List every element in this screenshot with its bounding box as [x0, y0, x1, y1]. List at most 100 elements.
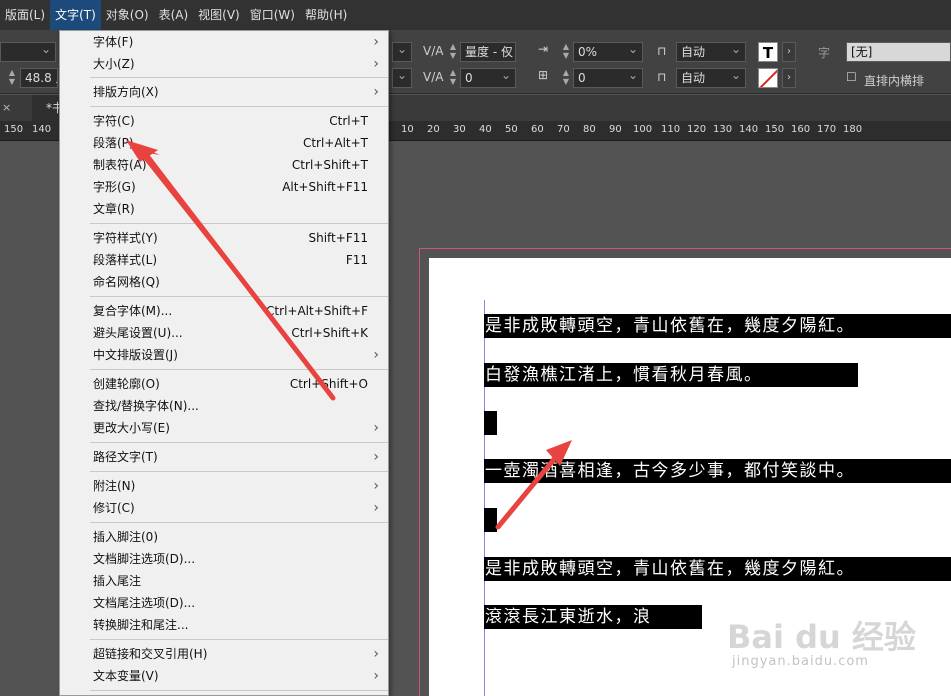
- menu-separator: [90, 639, 388, 640]
- text-fill-color-button[interactable]: T: [758, 42, 778, 62]
- menu-item-track-changes[interactable]: 修订(C) ›: [60, 497, 388, 519]
- menu-item-composite-fonts[interactable]: 复合字体(M)... Ctrl+Alt+Shift+F: [60, 300, 388, 322]
- menu-separator: [90, 471, 388, 472]
- ruler-label: 90: [609, 124, 622, 135]
- tracking-stepper[interactable]: ▲ ▼: [447, 68, 459, 88]
- char-style-field[interactable]: [无]: [846, 42, 951, 62]
- menu-item-find-font[interactable]: 查找/替换字体(N)...: [60, 395, 388, 417]
- vertical-checkbox[interactable]: ☐: [846, 70, 857, 84]
- menu-item-character-styles[interactable]: 字符样式(Y) Shift+F11: [60, 227, 388, 249]
- menu-separator: [90, 442, 388, 443]
- ruler-label: 50: [505, 124, 518, 135]
- text-line[interactable]: 一壺濁酒喜相逢，古今多少事，都付笑談中。: [484, 459, 951, 483]
- vertical-in-horizontal-label: 直排内横排: [864, 74, 925, 88]
- menu-item-text-variables[interactable]: 文本变量(V) ›: [60, 665, 388, 687]
- chevron-right-icon: ›: [373, 478, 379, 494]
- aki-after-dropdown[interactable]: 自动: [676, 66, 746, 88]
- menu-item-footnote-options[interactable]: 文档脚注选项(D)...: [60, 548, 388, 570]
- tracking-dropdown[interactable]: 0: [460, 66, 516, 88]
- kerning-stepper[interactable]: ▲ ▼: [447, 42, 459, 62]
- menu-item-story[interactable]: 文章(R): [60, 198, 388, 220]
- menu-object[interactable]: 对象(O): [101, 0, 154, 30]
- chevron-right-icon: ›: [373, 500, 379, 516]
- margin-guide: [484, 300, 485, 696]
- text-line[interactable]: 滾滾長江東逝水，浪: [484, 605, 702, 629]
- stroke-color-arrow[interactable]: ›: [782, 68, 796, 88]
- menu-item-insert-endnote[interactable]: 插入尾注: [60, 570, 388, 592]
- baseline-icon: ⊞: [538, 68, 549, 82]
- menu-item-convert-notes[interactable]: 转换脚注和尾注...: [60, 614, 388, 636]
- menu-item-mojikumi[interactable]: 中文排版设置(J) ›: [60, 344, 388, 366]
- baidu-logo: Bai du 经验: [727, 618, 916, 656]
- watermark-url: jingyan.baidu.com: [732, 654, 869, 669]
- type-menu: 字体(F) › 大小(Z) › 排版方向(X) › 字符(C) Ctrl+T 段落(P)…: [59, 30, 389, 696]
- aki-left-icon: ⊓: [657, 44, 667, 58]
- menu-layout[interactable]: 版面(L): [0, 0, 50, 30]
- menu-table[interactable]: 表(A): [154, 0, 194, 30]
- close-icon[interactable]: ×: [0, 95, 14, 121]
- menu-item-named-grids[interactable]: 命名网格(Q): [60, 271, 388, 293]
- tracking-icon: V/A: [423, 70, 444, 84]
- ruler-label: 150: [4, 124, 24, 135]
- tsume-stepper[interactable]: ▲ ▼: [560, 42, 572, 62]
- chevron-right-icon: ›: [373, 84, 379, 100]
- menu-item-insert-footnote[interactable]: 插入脚注(0): [60, 526, 388, 548]
- text-line[interactable]: 是非成敗轉頭空，青山依舊在，幾度夕陽紅。: [484, 557, 951, 581]
- menu-item-paragraph-styles[interactable]: 段落样式(L) F11: [60, 249, 388, 271]
- menu-item-tabs[interactable]: 制表符(A) Ctrl+Shift+T: [60, 154, 388, 176]
- tsume-icon: ⇥: [538, 42, 549, 56]
- menu-item-endnote-options[interactable]: 文档尾注选项(D)...: [60, 592, 388, 614]
- menu-item-glyphs[interactable]: 字形(G) Alt+Shift+F11: [60, 176, 388, 198]
- baseline-stepper[interactable]: ▲ ▼: [560, 68, 572, 88]
- leading-dropdown[interactable]: [392, 40, 412, 62]
- text-line[interactable]: 白發漁樵江渚上，慣看秋月春風。: [484, 363, 858, 387]
- menu-item-create-outlines[interactable]: 创建轮廓(O) Ctrl+Shift+O: [60, 373, 388, 395]
- menu-type[interactable]: 文字(T): [50, 0, 101, 30]
- size-dropdown[interactable]: [392, 66, 412, 88]
- ruler-label: 120: [687, 124, 707, 135]
- tsume-dropdown[interactable]: 0%: [573, 40, 643, 62]
- menu-separator: [90, 106, 388, 107]
- empty-paragraph-marker[interactable]: [484, 508, 497, 532]
- menu-item-orientation[interactable]: 排版方向(X) ›: [60, 81, 388, 103]
- menu-window[interactable]: 窗口(W): [245, 0, 300, 30]
- menu-separator: [90, 77, 388, 78]
- ruler-label: 180: [843, 124, 863, 135]
- menu-item-paragraph[interactable]: 段落(P) Ctrl+Alt+T: [60, 132, 388, 154]
- chevron-right-icon: ›: [373, 668, 379, 684]
- text-stroke-none-button[interactable]: [758, 68, 778, 88]
- chevron-right-icon: ›: [373, 34, 379, 50]
- aki-right-icon: ⊓: [657, 70, 667, 84]
- font-size-field[interactable]: 48.8 点: [20, 68, 58, 88]
- ruler-label: 110: [661, 124, 681, 135]
- menu-view[interactable]: 视图(V): [193, 0, 245, 30]
- menu-item-hyperlinks[interactable]: 超链接和交叉引用(H) ›: [60, 643, 388, 665]
- chevron-right-icon: ›: [373, 420, 379, 436]
- menu-item-size[interactable]: 大小(Z) ›: [60, 53, 388, 75]
- ruler-label: 60: [531, 124, 544, 135]
- ruler-label: 100: [633, 124, 653, 135]
- kerning-icon: V/A: [423, 44, 444, 58]
- fill-color-arrow[interactable]: ›: [782, 42, 796, 62]
- empty-paragraph-marker[interactable]: [484, 411, 497, 435]
- ruler-label: 40: [479, 124, 492, 135]
- font-family-dropdown[interactable]: [0, 40, 56, 62]
- menu-item-type-on-path[interactable]: 路径文字(T) ›: [60, 446, 388, 468]
- kerning-dropdown[interactable]: 量度 - 仅: [460, 40, 516, 62]
- menu-item-change-case[interactable]: 更改大小写(E) ›: [60, 417, 388, 439]
- ruler-label: 140: [739, 124, 759, 135]
- font-size-stepper[interactable]: ▲ ▼: [6, 68, 18, 88]
- aki-before-dropdown[interactable]: 自动: [676, 40, 746, 62]
- text-line[interactable]: 是非成敗轉頭空，青山依舊在，幾度夕陽紅。: [484, 314, 951, 338]
- baseline-dropdown[interactable]: 0: [573, 66, 643, 88]
- menu-bar: 版面(L) 文字(T) 对象(O) 表(A) 视图(V) 窗口(W) 帮助(H): [0, 0, 951, 30]
- ruler-label: 10: [401, 124, 414, 135]
- menu-item-kinsoku[interactable]: 避头尾设置(U)... Ctrl+Shift+K: [60, 322, 388, 344]
- menu-item-font[interactable]: 字体(F) ›: [60, 31, 388, 53]
- menu-separator: [90, 522, 388, 523]
- menu-item-notes[interactable]: 附注(N) ›: [60, 475, 388, 497]
- menu-separator: [90, 690, 388, 691]
- menu-separator: [90, 369, 388, 370]
- menu-item-character[interactable]: 字符(C) Ctrl+T: [60, 110, 388, 132]
- menu-help[interactable]: 帮助(H): [300, 0, 352, 30]
